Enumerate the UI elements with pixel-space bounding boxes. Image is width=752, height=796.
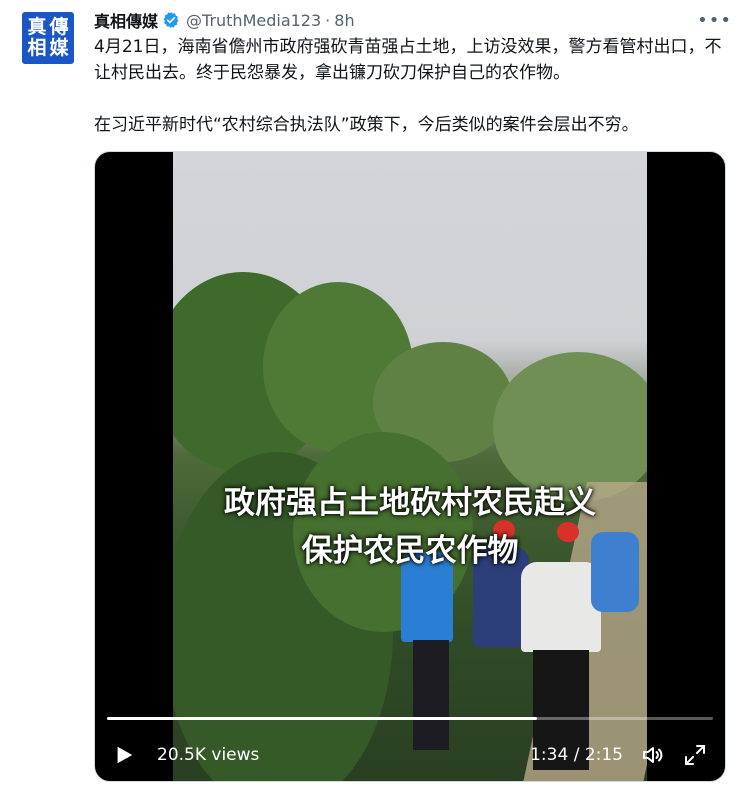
view-count: 20.5K views bbox=[157, 745, 260, 765]
avatar-char: 媒 bbox=[49, 37, 69, 59]
avatar-char: 相 bbox=[27, 37, 47, 59]
separator-dot: · bbox=[325, 10, 331, 30]
more-icon[interactable]: ••• bbox=[697, 10, 732, 31]
video-caption-line-1: 政府强占土地砍村农民起义 bbox=[224, 485, 596, 521]
tweet-timestamp[interactable]: 8h bbox=[334, 11, 354, 30]
tweet-paragraph-2: 在习近平新时代“农村综合执法队”政策下，今后类似的案件会层出不穷。 bbox=[94, 115, 639, 135]
avatar-char: 傳 bbox=[49, 16, 69, 38]
author-avatar[interactable]: 真 傳 相 媒 bbox=[22, 12, 74, 64]
video-frame: 政府强占土地砍村农民起义 保护农民农作物 bbox=[173, 152, 647, 781]
fullscreen-icon[interactable] bbox=[683, 743, 707, 767]
video-caption-line-2: 保护农民农作物 bbox=[301, 533, 519, 569]
avatar-char: 真 bbox=[27, 16, 47, 38]
verified-badge-icon bbox=[163, 12, 179, 28]
tweet-paragraph-1: 4月21日，海南省儋州市政府强砍青苗强占土地，上访没效果，警方看管村出口，不让村… bbox=[94, 37, 722, 83]
video-controls: 20.5K views 1:34 / 2:15 bbox=[95, 737, 725, 773]
tweet-text: 4月21日，海南省儋州市政府强砍青苗强占土地，上访没效果，警方看管村出口，不让村… bbox=[94, 34, 734, 138]
video-progress-fill bbox=[107, 717, 538, 720]
tweet-header: 真相傳媒 @TruthMedia123 · 8h ••• bbox=[94, 8, 732, 32]
play-icon[interactable] bbox=[113, 744, 135, 766]
video-time: 1:34 / 2:15 bbox=[530, 745, 623, 765]
author-name[interactable]: 真相傳媒 bbox=[94, 8, 158, 32]
author-handle[interactable]: @TruthMedia123 bbox=[186, 11, 321, 30]
video-progress-bar[interactable] bbox=[107, 717, 713, 720]
volume-icon[interactable] bbox=[641, 743, 665, 767]
video-player[interactable]: 政府强占土地砍村农民起义 保护农民农作物 20.5K views 1:34 / … bbox=[94, 151, 726, 782]
